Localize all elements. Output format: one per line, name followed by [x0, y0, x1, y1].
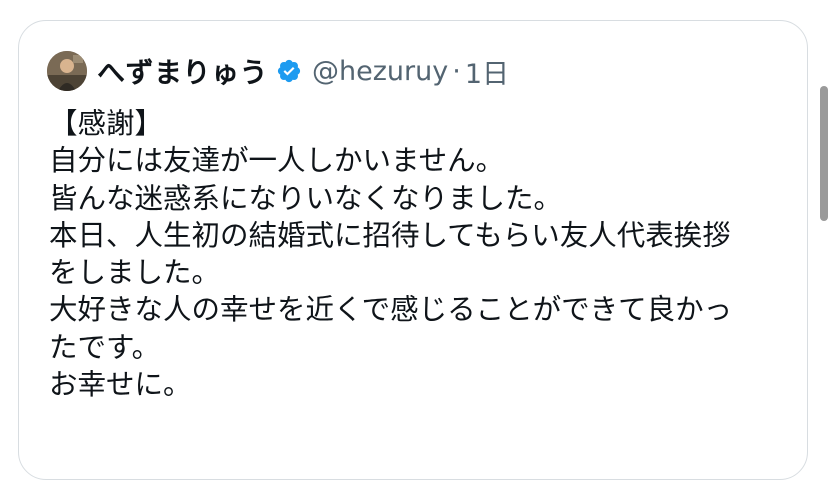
tweet-timestamp[interactable]: 1日	[465, 52, 509, 91]
tweet-text-line: 大好きな人の幸せを近くで感じることができて良かっ	[49, 293, 733, 327]
scrollbar[interactable]	[820, 86, 828, 221]
tweet-text-line: たです。	[49, 330, 161, 364]
tweet-text-line: お幸せに。	[49, 368, 192, 402]
tweet-text-line: 本日、人生初の結婚式に招待してもらい友人代表挨拶	[49, 218, 731, 252]
tweet-text-line: 自分には友達が一人しかいません。	[49, 144, 505, 178]
tweet-text-line: をしました。	[49, 256, 221, 290]
avatar[interactable]	[47, 51, 87, 91]
tweet-text-line: 皆んな迷惑系になりいなくなりました。	[49, 181, 563, 215]
user-avatar-photo	[47, 51, 87, 91]
header-separator: ·	[452, 55, 461, 87]
display-name[interactable]: へずまりゅう	[97, 51, 268, 91]
tweet-header: へずまりゅう @hezuruy · 1日	[47, 49, 509, 93]
tweet-text-line: 【感謝】	[49, 107, 164, 140]
user-handle[interactable]: @hezuruy	[312, 56, 448, 87]
tweet-text: 【感謝】 自分には友達が一人しかいません。 皆んな迷惑系になりいなくなりました。…	[49, 105, 799, 403]
tweet-card[interactable]: へずまりゅう @hezuruy · 1日 【感謝】 自分には友達が一人しかいませ…	[18, 20, 808, 480]
verified-badge-icon	[276, 58, 302, 84]
